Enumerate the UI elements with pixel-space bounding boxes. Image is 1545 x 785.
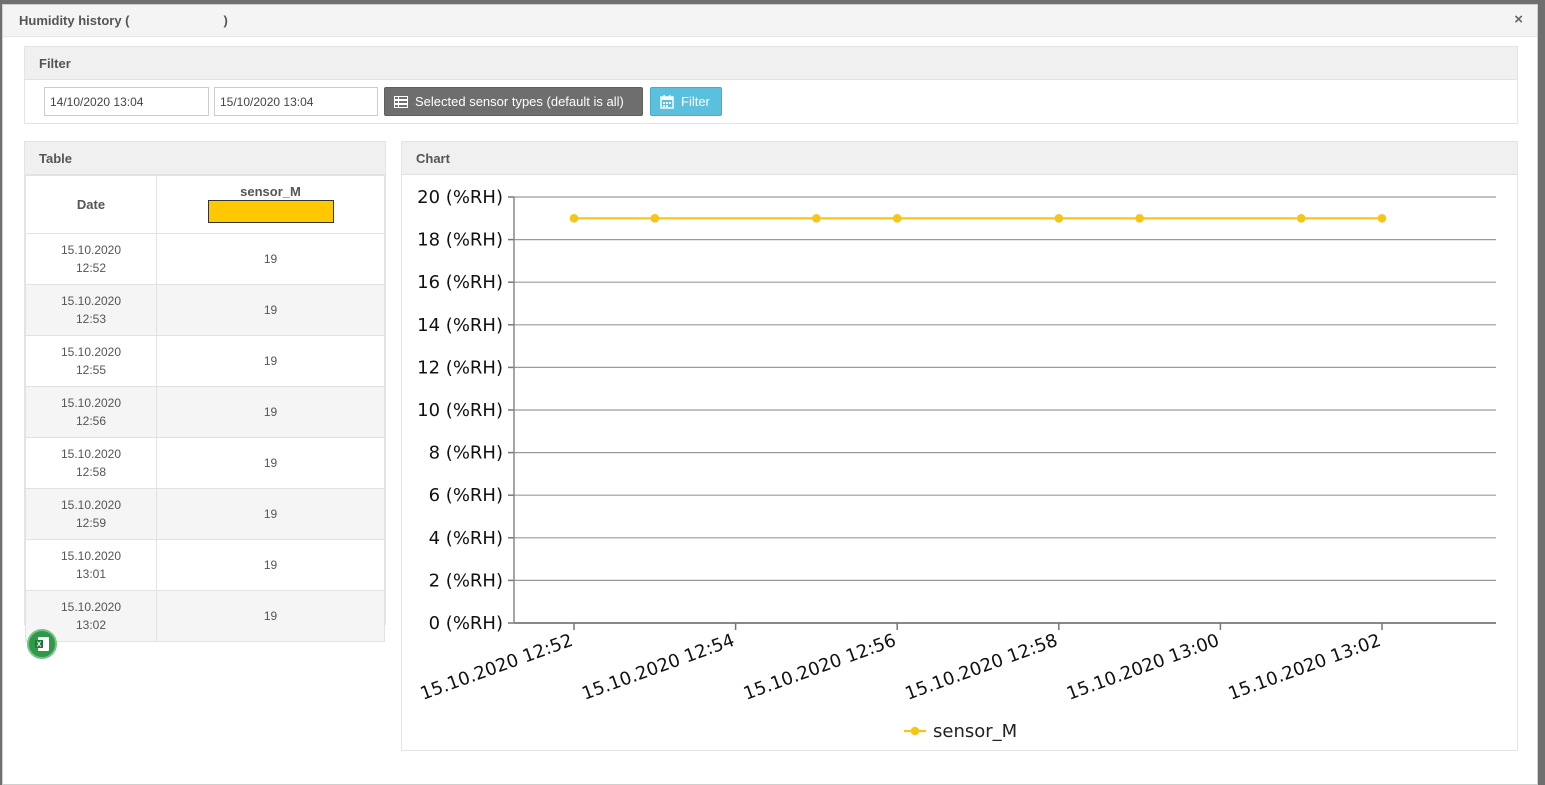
table-row: 15.10.2020 13:02 19	[25, 590, 385, 642]
svg-text:X: X	[37, 642, 42, 649]
sensor-column-label: sensor_M	[240, 183, 301, 199]
time-text: 13:01	[75, 567, 107, 581]
legend-marker	[910, 726, 920, 736]
y-tick-label: 20 (%RH)	[417, 187, 503, 208]
date-cell: 15.10.2020 12:56	[25, 386, 157, 438]
y-tick-label: 10 (%RH)	[417, 400, 503, 421]
table-row: 15.10.2020 12:55 19	[25, 335, 385, 387]
time-text: 12:55	[75, 363, 107, 377]
filter-panel: Filter Selected sensor types (default is…	[24, 46, 1518, 124]
chart-panel: Chart 0 (%RH) 2 (%RH) 4 (%RH) 6 (%RH) 8 (%RH…	[401, 141, 1518, 751]
date-cell: 15.10.2020 12:58	[25, 437, 157, 489]
column-header-date: Date	[25, 175, 157, 234]
value-cell: 19	[156, 437, 385, 489]
table-row: 15.10.2020 12:58 19	[25, 437, 385, 489]
value-cell: 19	[156, 233, 385, 285]
filter-heading: Filter	[25, 47, 1517, 80]
data-point	[1377, 214, 1387, 223]
history-table: Date sensor_M 15.10.2020 12:52 19 15.10.202…	[25, 175, 385, 642]
time-text: 12:52	[75, 261, 107, 275]
legend-label: sensor_M	[933, 721, 1017, 742]
value-cell: 19	[156, 488, 385, 540]
date-text: 15.10.2020	[60, 396, 122, 410]
humidity-chart: 0 (%RH) 2 (%RH) 4 (%RH) 6 (%RH) 8 (%RH) 10 (%…	[417, 187, 1496, 742]
data-point	[569, 214, 579, 223]
y-tick-label: 12 (%RH)	[417, 357, 503, 378]
data-point	[892, 214, 902, 223]
y-tick-label: 14 (%RH)	[417, 315, 503, 336]
filter-button-label: Filter	[681, 94, 710, 109]
y-tick-label: 4 (%RH)	[429, 528, 503, 549]
y-tick-label: 0 (%RH)	[429, 613, 503, 634]
data-point	[812, 214, 821, 223]
date-to-input[interactable]	[214, 87, 378, 116]
y-tick-label: 8 (%RH)	[429, 443, 503, 464]
date-from-input[interactable]	[44, 87, 209, 116]
y-tick-label: 18 (%RH)	[417, 230, 503, 251]
date-text: 15.10.2020	[60, 447, 122, 461]
date-cell: 15.10.2020 12:53	[25, 284, 157, 336]
y-tick-label: 6 (%RH)	[429, 485, 503, 506]
sensor-color-swatch	[207, 199, 334, 223]
sensor-types-label: Selected sensor types (default is all)	[415, 94, 624, 109]
date-text: 15.10.2020	[60, 600, 122, 614]
table-row: 15.10.2020 12:52 19	[25, 233, 385, 285]
column-header-sensor: sensor_M	[156, 175, 385, 234]
x-tick-label: 15.10.2020 13:00	[1064, 630, 1222, 705]
y-tick-label: 16 (%RH)	[417, 272, 503, 293]
data-point	[1135, 214, 1144, 223]
table-row: 15.10.2020 12:59 19	[25, 488, 385, 540]
table-row: 15.10.2020 12:56 19	[25, 386, 385, 438]
table-row: 15.10.2020 13:01 19	[25, 539, 385, 591]
sensor-types-button[interactable]: Selected sensor types (default is all)	[384, 87, 643, 116]
data-point	[1296, 214, 1306, 223]
modal-title-suffix: )	[223, 13, 228, 28]
date-cell: 15.10.2020 12:52	[25, 233, 157, 285]
date-text: 15.10.2020	[60, 294, 122, 308]
time-text: 12:58	[75, 465, 107, 479]
modal-title-text: Humidity history (	[19, 13, 130, 28]
date-text: 15.10.2020	[60, 345, 122, 359]
filter-button[interactable]: Filter	[650, 87, 722, 116]
excel-export-icon[interactable]: X	[27, 629, 57, 659]
date-text: 15.10.2020	[60, 243, 122, 257]
y-tick-label: 2 (%RH)	[429, 570, 503, 591]
value-cell: 19	[156, 386, 385, 438]
value-cell: 19	[156, 284, 385, 336]
time-text: 12:56	[75, 414, 107, 428]
table-heading: Table	[25, 142, 385, 175]
date-text: 15.10.2020	[60, 549, 122, 563]
data-point	[1054, 214, 1064, 223]
value-cell: 19	[156, 539, 385, 591]
modal-title: Humidity history ()	[19, 13, 228, 28]
time-text: 12:59	[75, 516, 107, 530]
date-text: 15.10.2020	[60, 498, 122, 512]
table-row: 15.10.2020 12:53 19	[25, 284, 385, 336]
close-icon[interactable]: ×	[1514, 11, 1523, 28]
date-cell: 15.10.2020 12:59	[25, 488, 157, 540]
date-cell: 15.10.2020 13:01	[25, 539, 157, 591]
x-tick-label: 15.10.2020 12:52	[418, 630, 576, 705]
x-tick-label: 15.10.2020 12:56	[741, 630, 899, 705]
x-tick-label: 15.10.2020 12:58	[902, 630, 1060, 705]
time-text: 12:53	[75, 312, 107, 326]
x-tick-label: 15.10.2020 13:02	[1226, 630, 1384, 705]
list-icon	[394, 95, 408, 108]
table-panel: Table Date sensor_M 15.10.2020 12:52 19 15.…	[24, 141, 386, 642]
value-cell: 19	[156, 335, 385, 387]
modal-header: Humidity history () ×	[3, 5, 1537, 37]
x-tick-label: 15.10.2020 12:54	[579, 630, 737, 705]
calendar-icon	[660, 94, 674, 109]
date-cell: 15.10.2020 12:55	[25, 335, 157, 387]
value-cell: 19	[156, 590, 385, 642]
data-point	[650, 214, 660, 223]
